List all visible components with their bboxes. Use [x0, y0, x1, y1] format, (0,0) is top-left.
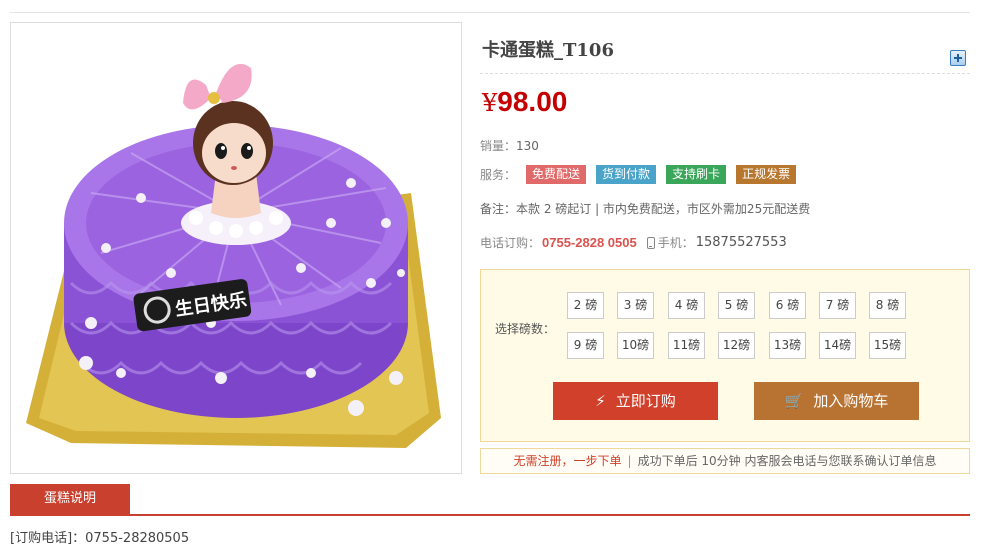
tip-highlight: 无需注册，一步下单 [513, 454, 622, 468]
add-to-cart-button[interactable]: 🛒 加入购物车 [754, 382, 919, 420]
phone-row: 电话订购： 0755-2828 0505 手机： 15875527553 [480, 234, 787, 251]
tip-text: 成功下单后 10分钟 内客服会电话与您联系确认订单信息 [637, 454, 937, 468]
weight-option[interactable]: 6 磅 [769, 292, 806, 319]
weight-option[interactable]: 15磅 [869, 332, 906, 359]
mobile-number: 15875527553 [695, 235, 787, 250]
currency-symbol: ¥ [482, 89, 498, 117]
product-price: ¥98.00 [482, 86, 567, 118]
mobile-icon [646, 236, 655, 249]
service-tag-free-delivery: 免费配送 [526, 165, 587, 184]
sales-row: 销量：130 [480, 137, 539, 154]
weight-option[interactable]: 8 磅 [869, 292, 906, 319]
top-divider [10, 12, 970, 13]
add-to-cart-label: 加入购物车 [813, 392, 889, 410]
buy-now-button[interactable]: ⚡ 立即订购 [553, 382, 718, 420]
cake-illustration: 生日快乐 [26, 63, 441, 448]
weight-option[interactable]: 14磅 [819, 332, 856, 359]
product-title: 卡通蛋糕_T106 [482, 40, 614, 61]
weight-option[interactable]: 4 磅 [668, 292, 705, 319]
lightning-icon: ⚡ [595, 392, 606, 410]
weight-option[interactable]: 5 磅 [718, 292, 755, 319]
service-tag-cod: 货到付款 [596, 165, 657, 184]
phone-label: 电话订购： [480, 236, 541, 250]
tip-separator: | [627, 454, 632, 468]
weight-option[interactable]: 9 磅 [567, 332, 604, 359]
services-row: 服务： 免费配送 货到付款 支持刷卡 正规发票 [480, 165, 797, 184]
order-phone-text: [订购电话]：0755-28280505 [10, 531, 190, 546]
product-info: 卡通蛋糕_T106 ¥98.00 销量：130 服务： 免费配送 货到付款 支持… [480, 22, 970, 474]
services-label: 服务： [480, 168, 517, 182]
weight-option[interactable]: 2 磅 [567, 292, 604, 319]
weight-option[interactable]: 13磅 [769, 332, 806, 359]
product-image[interactable]: 生日快乐 [10, 22, 462, 474]
order-tip: 无需注册，一步下单 | 成功下单后 10分钟 内客服会电话与您联系确认订单信息 [480, 448, 970, 474]
price-value: 98.00 [497, 86, 568, 117]
weight-option[interactable]: 7 磅 [819, 292, 856, 319]
detail-tab-bar: 蛋糕说明 [10, 484, 970, 516]
weight-option[interactable]: 3 磅 [617, 292, 654, 319]
plus-icon[interactable] [950, 50, 966, 66]
cart-icon: 🛒 [784, 392, 804, 410]
weight-option[interactable]: 10磅 [617, 332, 654, 359]
weight-option[interactable]: 11磅 [668, 332, 705, 359]
service-tag-invoice: 正规发票 [736, 165, 797, 184]
weight-selector-label: 选择磅数： [495, 322, 556, 336]
phone-number: 0755-2828 0505 [542, 235, 637, 250]
service-tag-card: 支持刷卡 [666, 165, 727, 184]
sales-label: 销量： [480, 139, 517, 153]
sales-count: 130 [516, 139, 539, 153]
buy-now-label: 立即订购 [615, 392, 676, 410]
weight-selector: 选择磅数： 2 磅 3 磅 4 磅 5 磅 6 磅 7 磅 8 磅 9 磅 10… [480, 269, 970, 442]
mobile-label: 手机： [657, 236, 694, 250]
order-note: 备注：本款 2 磅起订 | 市内免费配送，市区外需加25元配送费 [480, 202, 811, 216]
title-row: 卡通蛋糕_T106 [480, 22, 970, 74]
tab-cake-description[interactable]: 蛋糕说明 [10, 484, 130, 514]
weight-option[interactable]: 12磅 [718, 332, 755, 359]
